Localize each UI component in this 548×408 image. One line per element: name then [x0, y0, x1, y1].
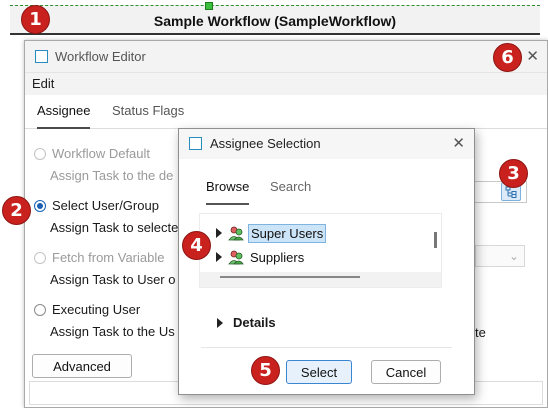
- option-description: Assign Task to the de: [50, 168, 174, 183]
- vertical-scrollbar[interactable]: [434, 232, 437, 248]
- user-group-icon: [228, 250, 244, 265]
- select-button[interactable]: Select: [286, 360, 352, 384]
- workflow-title: Sample Workflow (SampleWorkflow): [153, 13, 397, 29]
- editor-title: Workflow Editor: [55, 49, 146, 64]
- option-select-user-group[interactable]: Select User/Group: [34, 198, 159, 213]
- horizontal-scrollbar[interactable]: [220, 276, 360, 278]
- details-section[interactable]: Details: [217, 315, 276, 330]
- dialog-title: Assignee Selection: [210, 136, 321, 151]
- user-group-icon: [228, 226, 244, 241]
- option-description: Assign Task to the Us: [50, 324, 175, 339]
- group-tree[interactable]: Super Users Suppliers: [199, 213, 442, 288]
- dialog-tabs: Browse Search: [179, 159, 474, 205]
- tab-browse[interactable]: Browse: [206, 179, 250, 205]
- tree-item-suppliers[interactable]: Suppliers: [200, 247, 306, 267]
- radio-fetch-from-variable[interactable]: [34, 251, 46, 264]
- advanced-button[interactable]: Advanced: [32, 354, 132, 378]
- tab-assignee[interactable]: Assignee: [37, 103, 91, 130]
- callout-marker: 4: [182, 231, 211, 260]
- tree-item-label[interactable]: Super Users: [248, 223, 327, 243]
- option-description-tail: te: [475, 325, 486, 340]
- tab-status-flags[interactable]: Status Flags: [112, 103, 184, 118]
- window-icon: [189, 137, 202, 150]
- expand-arrow-icon[interactable]: [216, 228, 222, 238]
- divider: [201, 347, 452, 348]
- tab-search[interactable]: Search: [270, 179, 311, 194]
- option-executing-user[interactable]: Executing User: [34, 302, 140, 317]
- window-icon: [35, 50, 48, 63]
- option-label: Executing User: [52, 302, 141, 317]
- option-workflow-default[interactable]: Workflow Default: [34, 146, 150, 161]
- workflow-node[interactable]: Sample Workflow (SampleWorkflow): [10, 2, 540, 35]
- expand-arrow-icon[interactable]: [216, 252, 222, 262]
- tree-item-label[interactable]: Suppliers: [248, 249, 306, 266]
- radio-executing-user[interactable]: [34, 303, 46, 316]
- expand-arrow-icon[interactable]: [217, 317, 223, 328]
- close-icon[interactable]: ✕: [526, 49, 539, 64]
- horizontal-scroll-track[interactable]: [200, 272, 441, 287]
- callout-marker: 1: [21, 5, 50, 34]
- editor-titlebar: Workflow Editor ✕: [25, 41, 547, 73]
- option-description: Assign Task to User o: [50, 272, 176, 287]
- callout-marker: 3: [499, 159, 528, 188]
- option-description: Assign Task to selecte: [50, 220, 179, 235]
- details-label: Details: [233, 315, 276, 330]
- option-label: Workflow Default: [52, 146, 151, 161]
- callout-marker: 2: [2, 196, 31, 225]
- variable-select[interactable]: ⌄: [475, 245, 525, 267]
- radio-workflow-default[interactable]: [34, 147, 46, 160]
- cancel-button[interactable]: Cancel: [371, 360, 441, 384]
- connector-handle[interactable]: [205, 2, 213, 10]
- radio-select-user-group[interactable]: [34, 199, 46, 212]
- tree-item-super-users[interactable]: Super Users: [200, 223, 327, 243]
- menu-edit[interactable]: Edit: [32, 76, 54, 91]
- callout-marker: 5: [251, 356, 280, 385]
- editor-tabs: Assignee Status Flags: [25, 95, 547, 130]
- menu-bar: Edit: [25, 73, 547, 95]
- chevron-down-icon: ⌄: [508, 249, 519, 263]
- callout-marker: 6: [493, 43, 522, 72]
- option-fetch-from-variable[interactable]: Fetch from Variable: [34, 250, 164, 265]
- close-icon[interactable]: ✕: [452, 136, 465, 151]
- dialog-titlebar: Assignee Selection ✕: [179, 129, 474, 159]
- assignee-selection-dialog: Assignee Selection ✕ Browse Search Super…: [178, 128, 475, 395]
- option-label: Select User/Group: [52, 198, 159, 213]
- option-label: Fetch from Variable: [52, 250, 165, 265]
